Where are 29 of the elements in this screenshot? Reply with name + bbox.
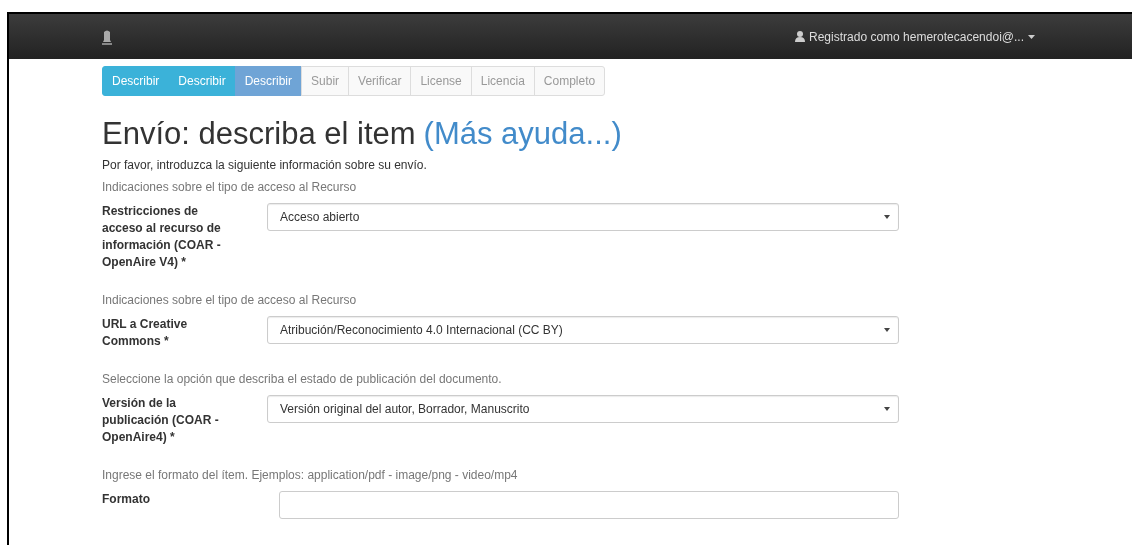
user-icon — [795, 31, 806, 42]
dropdown[interactable]: Acceso abierto — [267, 203, 899, 231]
step-tab[interactable]: Describir — [168, 66, 236, 96]
page-title: Envío: describa el item — [102, 116, 416, 152]
dropdown-arrow-icon — [884, 407, 890, 411]
field-hint: Indicaciones sobre el tipo de acceso al Recurso — [102, 180, 358, 194]
dropdown-arrow-icon — [884, 328, 890, 332]
field-hint: Ingrese el formato del ítem. Ejemplos: application/pdf - image/png - video/mp4 — [102, 468, 519, 482]
help-link[interactable]: (Más ayuda...) — [423, 116, 622, 152]
step-tab[interactable]: Describir — [234, 66, 303, 96]
input-field[interactable] — [279, 491, 899, 519]
field-hint: Indicaciones sobre el tipo de acceso al Recurso — [102, 293, 358, 307]
field-hint: Seleccione la opción que describa el estado de publicación del documento. — [102, 372, 503, 386]
field-label: Restricciones de acceso al recurso de información (COAR - OpenAire V4) * — [102, 203, 222, 271]
caret-icon — [1028, 34, 1035, 39]
intro-text: Por favor, introduzca la siguiente información sobre su envío. — [102, 158, 428, 172]
field-label: Versión de la publicación (COAR - OpenAire4) * — [102, 395, 220, 446]
field-label: Formato — [102, 491, 151, 508]
dropdown-arrow-icon — [884, 215, 890, 219]
step-tab[interactable]: License — [410, 66, 472, 96]
step-tab[interactable]: Describir — [102, 66, 170, 96]
step-tab[interactable]: Subir — [301, 66, 350, 96]
step-tab[interactable]: Licencia — [470, 66, 535, 96]
dropdown[interactable]: Versión original del autor, Borrador, Manuscrito — [267, 395, 899, 423]
step-tab[interactable]: Completo — [533, 66, 606, 96]
user-menu[interactable]: Registrado como hemerotecacendoi@... — [795, 29, 1035, 44]
field-label: URL a Creative Commons * — [102, 316, 189, 350]
dropdown[interactable]: Atribución/Reconocimiento 4.0 Internacional (CC BY) — [267, 316, 899, 344]
step-tab[interactable]: Verificar — [348, 66, 412, 96]
